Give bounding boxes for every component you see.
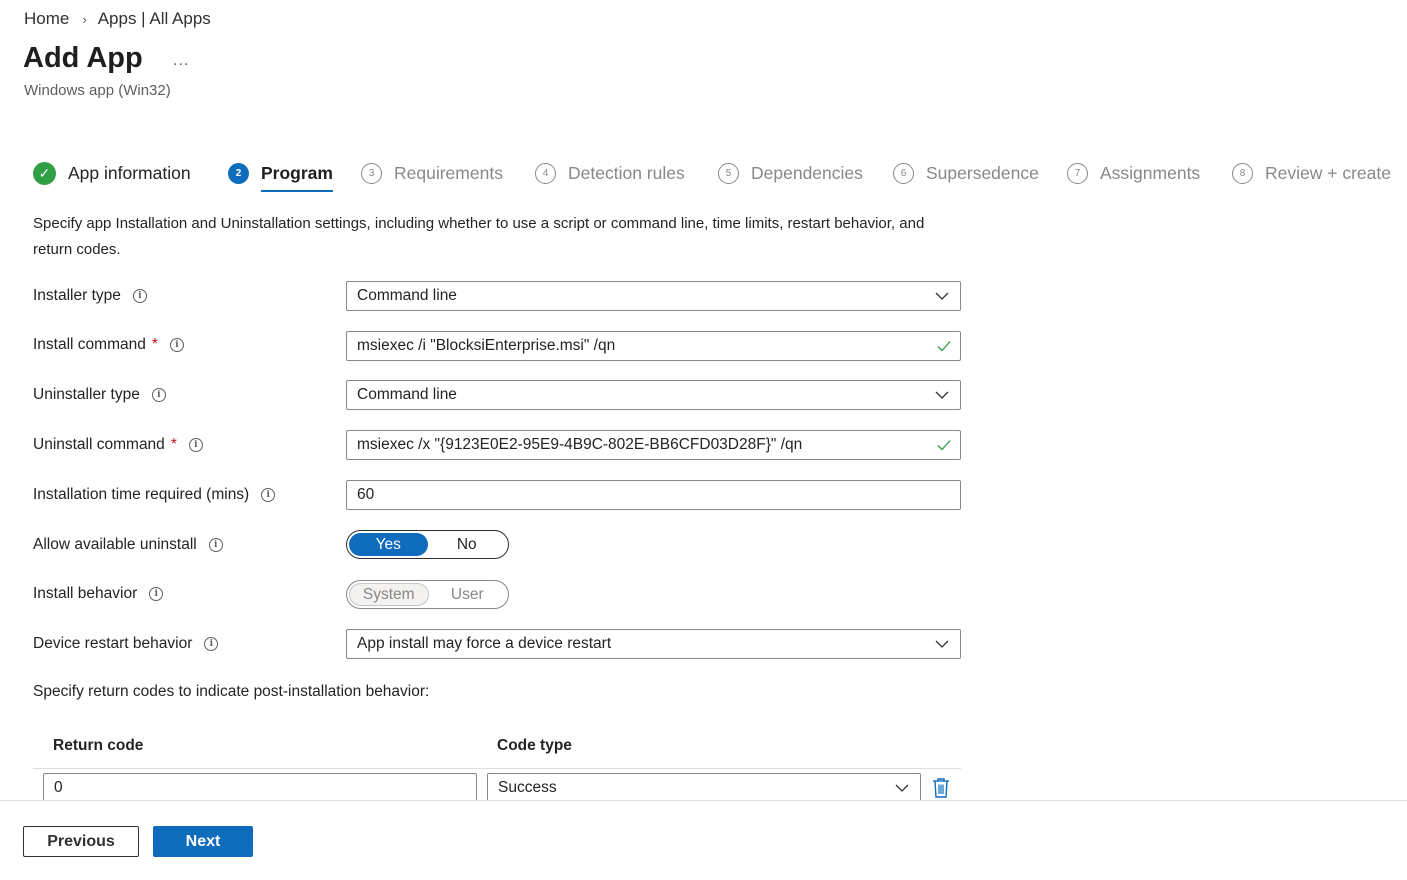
breadcrumb-apps[interactable]: Apps | All Apps [98,9,211,29]
step-label: Program [261,162,333,183]
return-codes-note: Specify return codes to indicate post-in… [33,683,430,700]
input-value: msiexec /i "BlocksiEnterprise.msi" /qn [357,337,616,354]
required-marker: * [151,336,158,353]
toggle-user: User [450,585,484,603]
checkmark-icon [937,341,951,352]
breadcrumb: Home › Apps | All Apps [24,9,211,29]
more-options-button[interactable]: ... [173,52,189,70]
step-number: 8 [1232,162,1253,184]
checkmark-icon [937,440,951,451]
uninstall-command-label: Uninstall command * i [33,436,203,454]
step-assignments[interactable]: 7 Assignments [1067,158,1200,188]
return-codes-table-header: Return code Code type [33,733,961,769]
label-text: Allow available uninstall [33,536,197,553]
uninstall-command-input[interactable]: msiexec /x "{9123E0E2-95E9-4B9C-802E-BB6… [346,430,961,460]
input-value: msiexec /x "{9123E0E2-95E9-4B9C-802E-BB6… [357,436,803,453]
step-label: Dependencies [751,162,863,183]
info-icon[interactable]: i [149,587,164,601]
restart-behavior-label: Device restart behavior i [33,635,219,653]
checkmark-icon: ✓ [33,161,56,185]
breadcrumb-home[interactable]: Home [24,9,69,29]
uninstaller-type-label: Uninstaller type i [33,386,166,404]
info-icon[interactable]: i [151,388,166,402]
label-text: Installation time required (mins) [33,486,250,503]
step-number: 2 [228,162,249,184]
info-icon[interactable]: i [204,637,219,651]
step-supersedence[interactable]: 6 Supersedence [893,158,1039,188]
install-command-input[interactable]: msiexec /i "BlocksiEnterprise.msi" /qn [346,331,961,361]
step-number: 4 [535,162,556,184]
installer-type-label: Installer type i [33,287,147,305]
step-number: 6 [893,162,914,184]
step-label: Assignments [1100,162,1201,183]
step-dependencies[interactable]: 5 Dependencies [718,158,863,188]
input-value: 60 [357,486,375,503]
return-code-input[interactable]: 0 [43,773,477,803]
label-text: Device restart behavior [33,635,193,652]
allow-uninstall-label: Allow available uninstall i [33,536,223,554]
install-command-label: Install command * i [33,336,184,354]
info-icon[interactable]: i [261,488,276,502]
page-subtitle: Windows app (Win32) [24,82,171,99]
toggle-system: System [349,583,429,606]
info-icon[interactable]: i [208,538,223,552]
install-time-input[interactable]: 60 [346,480,961,510]
footer-bar: Previous Next [0,800,1407,880]
step-program[interactable]: 2 Program [228,158,333,192]
step-label: Requirements [394,162,503,183]
install-behavior-label: Install behavior i [33,585,164,603]
trash-icon[interactable] [931,777,951,799]
column-header-code-type: Code type [497,737,572,754]
select-value: Command line [357,386,457,403]
step-review-create[interactable]: 8 Review + create [1232,158,1391,188]
step-label: Detection rules [568,162,685,183]
label-text: Installer type [33,287,121,304]
allow-uninstall-toggle[interactable]: Yes No [346,530,509,559]
input-value: 0 [54,779,63,796]
toggle-no[interactable]: No [428,533,507,556]
step-label: Supersedence [926,162,1039,183]
chevron-down-icon [935,292,949,300]
installer-type-select[interactable]: Command line [346,281,961,311]
toggle-yes[interactable]: Yes [349,533,428,556]
program-description: Specify app Installation and Uninstallat… [33,215,925,258]
required-marker: * [170,436,177,453]
select-value: App install may force a device restart [357,635,612,652]
step-label: App information [68,162,191,183]
breadcrumb-separator: › [82,11,87,27]
previous-button[interactable]: Previous [23,826,139,857]
column-header-return-code: Return code [53,737,144,754]
chevron-down-icon [935,391,949,399]
step-number: 5 [718,162,739,184]
next-button[interactable]: Next [153,826,253,857]
select-value: Success [498,779,557,796]
label-text: Uninstall command [33,436,165,453]
step-requirements[interactable]: 3 Requirements [361,158,503,188]
wizard-steps: ✓ App information 2 Program 3 Requiremen… [33,158,1407,194]
uninstaller-type-select[interactable]: Command line [346,380,961,410]
chevron-down-icon [935,640,949,648]
install-time-label: Installation time required (mins) i [33,486,276,504]
restart-behavior-select[interactable]: App install may force a device restart [346,629,961,659]
code-type-select[interactable]: Success [487,773,921,803]
step-number: 7 [1067,162,1088,184]
step-detection-rules[interactable]: 4 Detection rules [535,158,685,188]
info-icon[interactable]: i [132,289,147,303]
label-text: Uninstaller type [33,386,140,403]
step-label: Review + create [1265,162,1391,183]
step-number: 3 [361,162,382,184]
install-behavior-toggle: System User [346,580,509,609]
page-title: Add App [23,42,143,74]
label-text: Install command [33,336,146,353]
info-icon[interactable]: i [188,438,203,452]
step-app-information[interactable]: ✓ App information [33,158,191,188]
chevron-down-icon [895,784,909,792]
info-icon[interactable]: i [169,338,184,352]
label-text: Install behavior [33,585,138,602]
select-value: Command line [357,287,457,304]
